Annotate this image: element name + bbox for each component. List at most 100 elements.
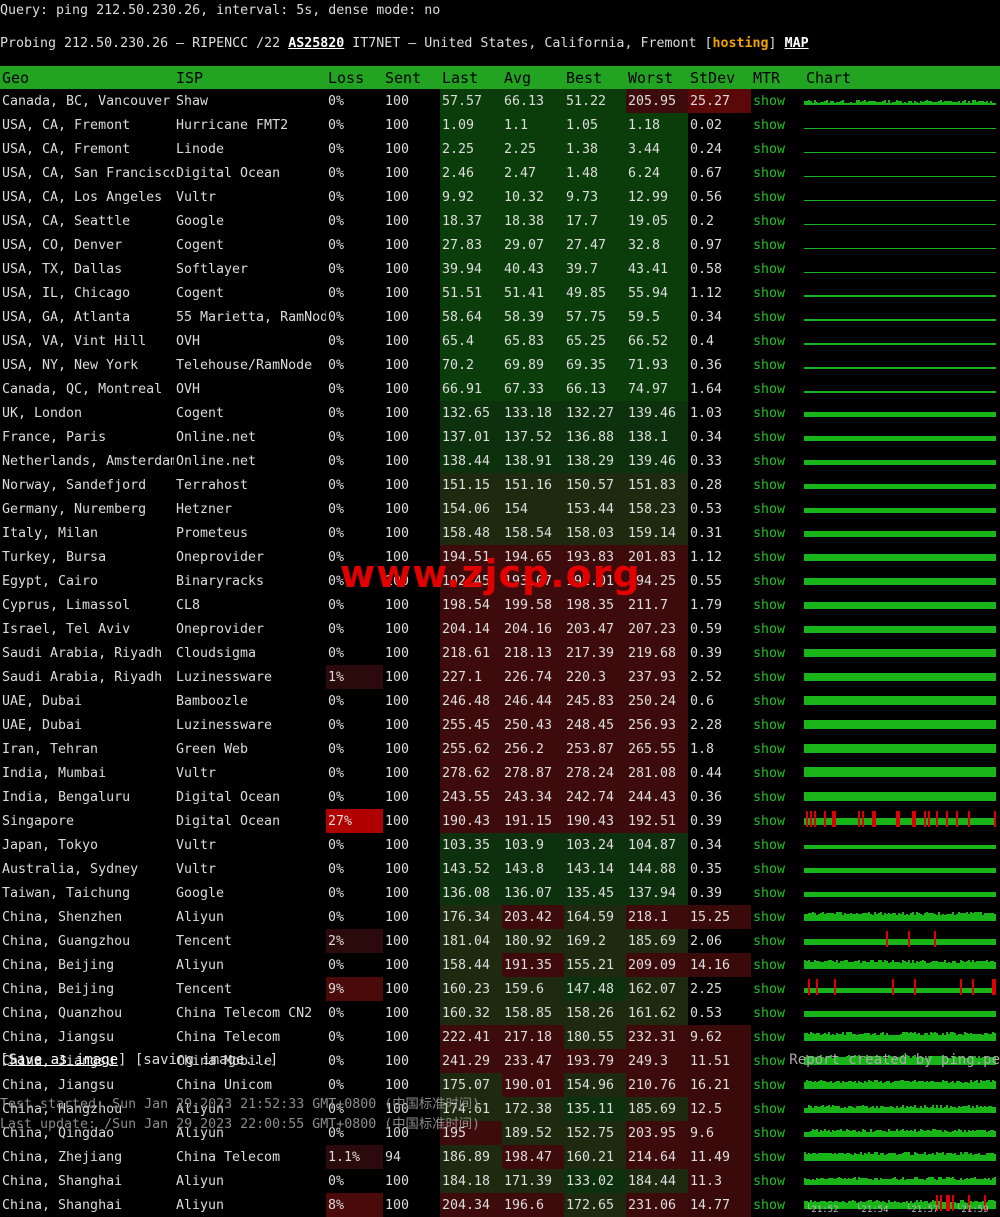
mtr-show-link[interactable]: show (751, 1121, 804, 1145)
cell-stdev: 1.03 (690, 405, 723, 421)
mtr-show-link[interactable]: show (751, 617, 804, 641)
mtr-show-link[interactable]: show (751, 305, 804, 329)
chart-bar (828, 1011, 830, 1017)
mtr-show-link[interactable]: show (751, 977, 804, 1001)
mtr-show-link[interactable]: show (751, 161, 804, 185)
mtr-show-link[interactable]: show (751, 329, 804, 353)
chart-bar (872, 412, 874, 417)
mtr-show-link[interactable]: show (751, 89, 804, 113)
mtr-show-link[interactable]: show (751, 137, 804, 161)
mtr-show-link[interactable]: show (751, 737, 804, 761)
chart-bar (956, 484, 958, 489)
chart-bar (848, 436, 850, 441)
chart-bar (916, 696, 918, 705)
map-link[interactable]: MAP (785, 36, 809, 51)
chart-bar (932, 508, 934, 513)
mtr-show-link[interactable]: show (751, 833, 804, 857)
chart-bar (868, 272, 870, 273)
mtr-show-link[interactable]: show (751, 377, 804, 401)
chart-bar (976, 720, 978, 729)
chart-bar (858, 1154, 860, 1161)
mtr-show-link[interactable]: show (751, 113, 804, 137)
mtr-show-link[interactable]: show (751, 449, 804, 473)
chart-bar (978, 176, 980, 177)
chart-bar (974, 484, 976, 489)
chart-bar (868, 460, 870, 465)
chart-bar (904, 892, 906, 897)
chart-bar (922, 626, 924, 633)
chart-bar (858, 868, 860, 873)
mtr-show-link[interactable]: show (751, 881, 804, 905)
mtr-show-link[interactable]: show (751, 401, 804, 425)
mtr-show-link[interactable]: show (751, 185, 804, 209)
mtr-show-link[interactable]: show (751, 809, 804, 833)
chart-bar (830, 1011, 832, 1017)
chart-bar (804, 1152, 806, 1161)
mtr-show-link[interactable]: show (751, 281, 804, 305)
cell-sent: 100 (385, 501, 410, 517)
chart-bar (816, 892, 818, 897)
cell-geo: Taiwan, Taichung (2, 885, 131, 901)
chart-bar (972, 412, 974, 417)
mtr-show-link[interactable]: show (751, 545, 804, 569)
chart-bar (854, 578, 856, 585)
mtr-show-link[interactable]: show (751, 425, 804, 449)
chart-bar (944, 200, 946, 201)
mtr-show-link[interactable]: show (751, 473, 804, 497)
chart-bar (968, 720, 970, 729)
mtr-show-link[interactable]: show (751, 233, 804, 257)
chart-bar (820, 152, 822, 153)
mtr-show-link[interactable]: show (751, 929, 804, 953)
chart-bar (888, 818, 890, 825)
chart-bar (924, 1180, 926, 1185)
chart-bar (926, 554, 928, 561)
mtr-show-link[interactable]: show (751, 497, 804, 521)
chart-bar (958, 767, 960, 777)
mtr-show-link[interactable]: show (751, 209, 804, 233)
cell-isp: Hurricane FMT2 (176, 117, 289, 133)
mtr-show-link[interactable]: show (751, 1169, 804, 1193)
mtr-show-link[interactable]: show (751, 1097, 804, 1121)
mtr-show-link[interactable]: show (751, 857, 804, 881)
chart-bar (856, 696, 858, 705)
chart-bar (874, 1033, 876, 1041)
chart-bar (970, 767, 972, 777)
mtr-show-link[interactable]: show (751, 521, 804, 545)
chart-bar (810, 343, 812, 345)
mtr-show-link[interactable]: show (751, 1025, 804, 1049)
mtr-show-link[interactable]: show (751, 1001, 804, 1025)
chart-bar (962, 767, 964, 777)
chart-bar (810, 554, 812, 561)
chart-bar (808, 868, 810, 873)
cell-isp: Linode (176, 141, 225, 157)
mtr-show-link[interactable]: show (751, 953, 804, 977)
mtr-show-link[interactable]: show (751, 353, 804, 377)
cell-geo: Cyprus, Limassol (2, 597, 131, 613)
mtr-show-link[interactable]: show (751, 761, 804, 785)
mtr-show-link[interactable]: show (751, 905, 804, 929)
mtr-show-link[interactable]: show (751, 641, 804, 665)
chart-bar (864, 767, 866, 777)
mtr-show-link[interactable]: show (751, 713, 804, 737)
chart-bar (860, 696, 862, 705)
chart-bar (944, 868, 946, 873)
chart-bar (988, 272, 990, 273)
chart-bar (812, 988, 814, 993)
cell-geo: USA, CA, Fremont (2, 141, 131, 157)
mtr-show-link[interactable]: show (751, 569, 804, 593)
mtr-show-link[interactable]: show (751, 785, 804, 809)
mtr-show-link[interactable]: show (751, 593, 804, 617)
chart-bar (966, 484, 968, 489)
mtr-show-link[interactable]: show (751, 665, 804, 689)
chart-bar (852, 531, 854, 537)
mtr-show-link[interactable]: show (751, 1193, 804, 1217)
chart-bar (974, 176, 976, 177)
table-row: Japan, Tokyo Vultr 0% 100 103.35 103.9 103.24 1… (0, 833, 1000, 857)
chart-bar (934, 176, 936, 177)
mtr-show-link[interactable]: show (751, 257, 804, 281)
asn-link[interactable]: AS25820 (288, 36, 344, 51)
chart-bar (906, 272, 908, 273)
chart-bar (878, 1035, 880, 1041)
mtr-show-link[interactable]: show (751, 1073, 804, 1097)
mtr-show-link[interactable]: show (751, 689, 804, 713)
